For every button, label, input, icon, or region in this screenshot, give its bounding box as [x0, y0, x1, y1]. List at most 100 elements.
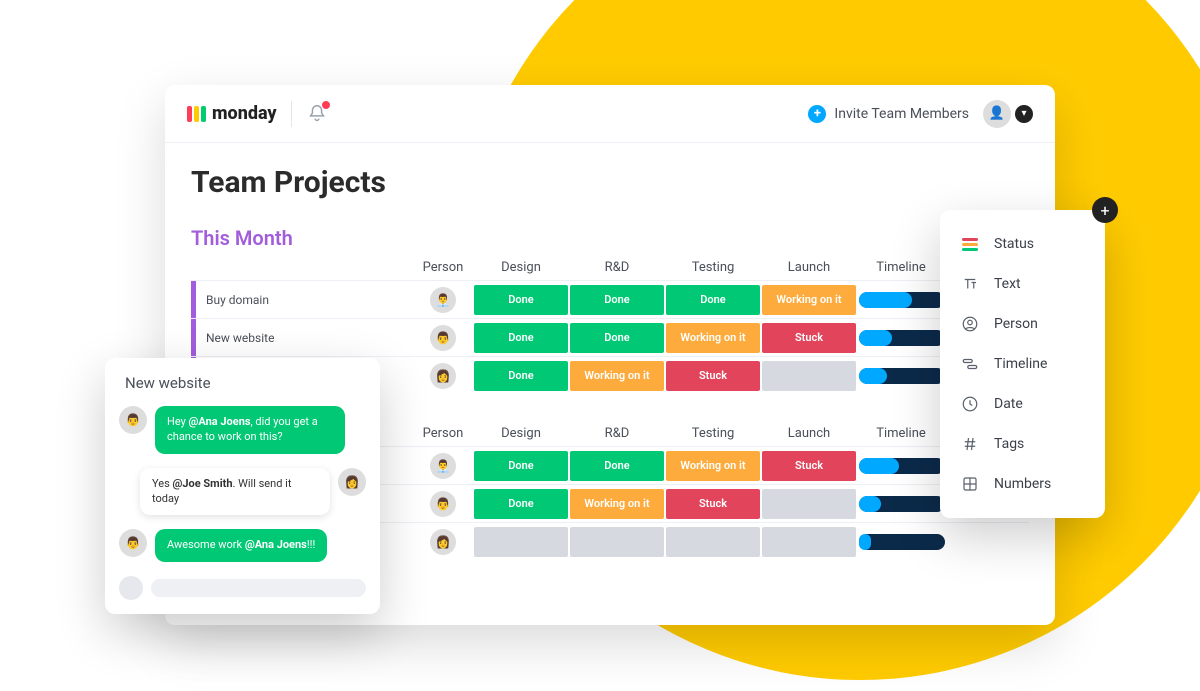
avatar: 👨‍💼	[430, 287, 456, 313]
status-cell[interactable]	[570, 527, 664, 557]
avatar: 👨	[430, 325, 456, 351]
status-cell[interactable]: Stuck	[762, 323, 856, 353]
timeline-cell[interactable]	[859, 534, 945, 550]
avatar: 👨	[119, 406, 147, 434]
col-timeline[interactable]: Timeline	[857, 426, 945, 441]
chat-message: 👨 Awesome work @Ana Joens!!!	[119, 529, 366, 562]
avatar: 👨	[430, 491, 456, 517]
person-icon	[960, 314, 980, 334]
chevron-down-icon: ▾	[1015, 105, 1033, 123]
notification-dot-icon	[322, 101, 330, 109]
status-cell[interactable]: Stuck	[762, 451, 856, 481]
add-column-button[interactable]: +	[1092, 197, 1118, 223]
mention[interactable]: @Ana Joens	[189, 415, 251, 428]
status-cell[interactable]: Working on it	[762, 285, 856, 315]
mention[interactable]: @Joe Smith	[173, 477, 233, 490]
picker-item-numbers[interactable]: Numbers	[940, 464, 1105, 504]
group-title[interactable]: This Month	[191, 226, 1029, 250]
status-cell[interactable]: Done	[474, 361, 568, 391]
col-timeline[interactable]: Timeline	[857, 260, 945, 275]
col-rnd[interactable]: R&D	[569, 426, 665, 441]
status-cell[interactable]: Working on it	[570, 489, 664, 519]
item-name[interactable]: Buy domain	[191, 281, 413, 318]
chat-bubble: Hey @Ana Joens, did you get a chance to …	[155, 406, 345, 454]
status-icon	[960, 234, 980, 254]
status-cell[interactable]: Stuck	[666, 361, 760, 391]
page-title: Team Projects	[191, 165, 1029, 200]
status-cell[interactable]: Done	[474, 323, 568, 353]
status-cell[interactable]	[474, 527, 568, 557]
status-cell[interactable]: Stuck	[666, 489, 760, 519]
status-cell[interactable]: Done	[474, 285, 568, 315]
status-cell[interactable]: Working on it	[570, 361, 664, 391]
mention[interactable]: @Ana Joens	[245, 538, 307, 551]
col-person[interactable]: Person	[413, 426, 473, 441]
col-rnd[interactable]: R&D	[569, 260, 665, 275]
picker-label: Text	[994, 276, 1021, 292]
person-cell[interactable]: 👩	[413, 363, 473, 389]
avatar: 👩	[338, 468, 366, 496]
invite-team-button[interactable]: + Invite Team Members	[808, 105, 969, 123]
picker-label: Numbers	[994, 476, 1051, 492]
user-menu[interactable]: 👤 ▾	[983, 100, 1033, 128]
item-name[interactable]: New website	[191, 319, 413, 356]
chat-message: 👩 Yes @Joe Smith. Will send it today	[119, 468, 366, 516]
status-cell[interactable]: Done	[474, 451, 568, 481]
table-row[interactable]: New website 👨 Done Done Working on it St…	[191, 318, 1029, 356]
topbar: monday + Invite Team Members 👤 ▾	[165, 85, 1055, 143]
table-row[interactable]: Buy domain 👨‍💼 Done Done Done Working on…	[191, 280, 1029, 318]
brand-logo[interactable]: monday	[187, 103, 277, 124]
picker-label: Person	[994, 316, 1038, 332]
picker-item-date[interactable]: Date	[940, 384, 1105, 424]
status-cell[interactable]: Done	[570, 323, 664, 353]
picker-item-text[interactable]: Text	[940, 264, 1105, 304]
timeline-cell[interactable]	[859, 458, 945, 474]
status-cell[interactable]	[666, 527, 760, 557]
timeline-cell[interactable]	[859, 496, 945, 512]
plus-icon: +	[808, 105, 826, 123]
picker-label: Status	[994, 236, 1034, 252]
person-cell[interactable]: 👩	[413, 529, 473, 555]
picker-item-person[interactable]: Person	[940, 304, 1105, 344]
status-cell[interactable]: Working on it	[666, 451, 760, 481]
status-cell[interactable]: Done	[666, 285, 760, 315]
picker-item-tags[interactable]: Tags	[940, 424, 1105, 464]
status-cell[interactable]	[762, 527, 856, 557]
person-cell[interactable]: 👨	[413, 491, 473, 517]
person-cell[interactable]: 👨	[413, 325, 473, 351]
invite-label: Invite Team Members	[834, 106, 969, 122]
status-cell[interactable]: Done	[474, 489, 568, 519]
column-headers: Person Design R&D Testing Launch Timelin…	[191, 254, 1029, 280]
col-launch[interactable]: Launch	[761, 260, 857, 275]
chat-bubble: Awesome work @Ana Joens!!!	[155, 529, 327, 562]
column-type-picker: + Status Text Person Timeline Date Tags …	[940, 210, 1105, 518]
status-cell[interactable]	[762, 489, 856, 519]
status-cell[interactable]	[762, 361, 856, 391]
timeline-cell[interactable]	[859, 292, 945, 308]
chat-input-field[interactable]	[151, 579, 366, 597]
timeline-cell[interactable]	[859, 368, 945, 384]
person-cell[interactable]: 👨‍💼	[413, 453, 473, 479]
status-cell[interactable]: Working on it	[666, 323, 760, 353]
picker-item-timeline[interactable]: Timeline	[940, 344, 1105, 384]
notifications-button[interactable]	[306, 103, 328, 125]
status-cell[interactable]: Done	[570, 451, 664, 481]
col-testing[interactable]: Testing	[665, 426, 761, 441]
chat-composer[interactable]	[119, 576, 366, 600]
chat-bubble: Yes @Joe Smith. Will send it today	[140, 468, 330, 516]
status-cell[interactable]: Done	[570, 285, 664, 315]
col-design[interactable]: Design	[473, 426, 569, 441]
chat-title: New website	[119, 374, 366, 392]
divider	[291, 101, 292, 127]
timeline-cell[interactable]	[859, 330, 945, 346]
avatar: 👩	[430, 529, 456, 555]
picker-item-status[interactable]: Status	[940, 224, 1105, 264]
col-person[interactable]: Person	[413, 260, 473, 275]
col-launch[interactable]: Launch	[761, 426, 857, 441]
person-cell[interactable]: 👨‍💼	[413, 287, 473, 313]
numbers-icon	[960, 474, 980, 494]
col-testing[interactable]: Testing	[665, 260, 761, 275]
item-chat-panel: New website 👨 Hey @Ana Joens, did you ge…	[105, 358, 380, 614]
avatar: 👤	[983, 100, 1011, 128]
col-design[interactable]: Design	[473, 260, 569, 275]
